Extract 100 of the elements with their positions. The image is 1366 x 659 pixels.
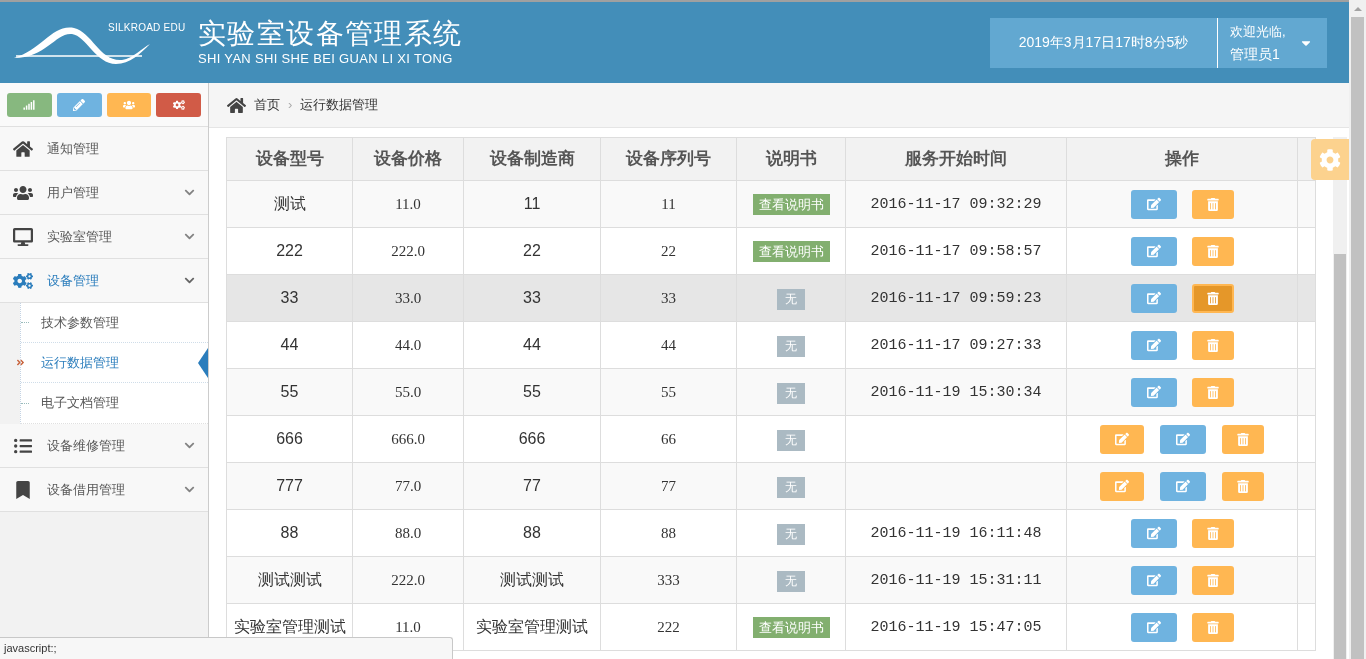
column-header: 说明书 <box>736 137 846 181</box>
edit-icon <box>1146 244 1161 258</box>
edit-button[interactable] <box>1130 189 1177 219</box>
settings-icon <box>1319 148 1341 171</box>
delete-button[interactable] <box>1191 283 1234 313</box>
sidebar-item[interactable]: 通知管理 <box>0 127 208 171</box>
table-cell: 222.0 <box>352 227 464 275</box>
edit-button[interactable] <box>1100 424 1144 454</box>
scrollbar-thumb[interactable] <box>1351 17 1364 659</box>
pencil-icon <box>73 98 86 111</box>
edit-button[interactable] <box>1130 330 1177 360</box>
trash-icon <box>1206 244 1219 258</box>
delete-button[interactable] <box>1191 236 1234 266</box>
shortcut-button[interactable] <box>7 92 52 117</box>
sidebar-item[interactable]: 设备借用管理 <box>0 468 208 512</box>
edit-button[interactable] <box>1160 424 1206 454</box>
table-cell: 666.0 <box>352 415 464 463</box>
table-cell: 666 <box>463 415 601 463</box>
edit-button[interactable] <box>1130 518 1177 548</box>
table-cell: 55.0 <box>352 368 464 416</box>
monitor-icon <box>13 227 33 246</box>
table-cell: 2016-11-19 15:47:05 <box>870 618 1042 636</box>
edit-button[interactable] <box>1130 565 1177 595</box>
column-header: 设备型号 <box>226 137 353 181</box>
none-label: 无 <box>777 288 805 310</box>
table-cell: 55 <box>463 368 601 416</box>
home-icon <box>13 139 33 158</box>
chevron-icon <box>184 187 195 198</box>
edit-icon <box>1146 338 1161 352</box>
edit-button[interactable] <box>1130 236 1177 266</box>
column-header: 服务开始时间 <box>845 137 1067 181</box>
column-header: 设备价格 <box>352 137 464 181</box>
table-cell: 测试测试 <box>226 556 353 604</box>
shortcut-button[interactable] <box>56 92 102 117</box>
users-icon <box>122 98 135 111</box>
table-cell: 44 <box>463 321 601 369</box>
table-cell: 2016-11-19 16:11:48 <box>870 524 1042 542</box>
status-text: javascript:; <box>4 641 57 657</box>
table-cell: 实验室管理测试 <box>463 603 601 651</box>
delete-button[interactable] <box>1191 518 1234 548</box>
scrollbar-thumb[interactable] <box>1334 254 1346 659</box>
table-cell: 77.0 <box>352 462 464 510</box>
app-subtitle: SHI YAN SHI SHE BEI GUAN LI XI TONG <box>198 49 454 68</box>
table-cell: 222.0 <box>352 556 464 604</box>
scrollbar[interactable] <box>1349 0 1366 659</box>
scroll-up-icon <box>1353 7 1362 11</box>
table-cell: 33.0 <box>352 274 464 322</box>
breadcrumb-separator: › <box>288 96 293 115</box>
table-cell: 55 <box>226 368 353 416</box>
trash-icon <box>1206 197 1219 211</box>
delete-button[interactable] <box>1222 424 1264 454</box>
edit-button[interactable] <box>1160 471 1206 501</box>
edit-button[interactable] <box>1130 377 1177 407</box>
table-cell: 22 <box>463 227 601 275</box>
none-label: 无 <box>777 570 805 592</box>
table-cell: 77 <box>600 462 737 510</box>
chevron-icon <box>184 231 195 242</box>
trash-icon <box>1206 620 1219 634</box>
table-cell: 33 <box>600 274 737 322</box>
delete-button[interactable] <box>1191 377 1234 407</box>
none-label: 无 <box>777 382 805 404</box>
table-cell: 66 <box>600 415 737 463</box>
trash-icon <box>1206 573 1219 587</box>
shortcut-button[interactable] <box>106 92 152 117</box>
delete-button[interactable] <box>1222 471 1264 501</box>
scrollbar[interactable] <box>1333 137 1347 659</box>
edit-button[interactable] <box>1100 471 1144 501</box>
table-cell: 44.0 <box>352 321 464 369</box>
trash-icon <box>1206 291 1219 305</box>
edit-button[interactable] <box>1130 612 1177 642</box>
sidebar-item[interactable]: 实验室管理 <box>0 215 208 259</box>
delete-button[interactable] <box>1191 565 1234 595</box>
delete-button[interactable] <box>1191 612 1234 642</box>
bookmark-icon <box>13 480 33 499</box>
breadcrumb-link[interactable]: 首页 <box>254 95 280 115</box>
table-cell: 2016-11-19 15:30:34 <box>870 383 1042 401</box>
edit-icon <box>1146 620 1161 634</box>
settings-button[interactable] <box>1311 139 1349 180</box>
edit-icon <box>1146 573 1161 587</box>
edit-icon <box>1146 197 1161 211</box>
chevron-icon <box>184 275 195 286</box>
shortcut-button[interactable] <box>156 92 201 117</box>
edit-icon <box>1115 479 1129 493</box>
trash-icon <box>1206 526 1219 540</box>
table-cell: 88 <box>600 509 737 557</box>
sidebar-item[interactable]: 设备维修管理 <box>0 424 208 468</box>
sidebar-item[interactable]: 用户管理 <box>0 171 208 215</box>
table-cell: 55 <box>600 368 737 416</box>
edit-button[interactable] <box>1130 283 1177 313</box>
delete-button[interactable] <box>1191 330 1234 360</box>
table-cell: 222 <box>226 227 353 275</box>
sidebar-item[interactable]: 设备管理 <box>0 259 208 303</box>
edit-icon <box>1176 479 1190 493</box>
table-cell: 222 <box>600 603 737 651</box>
table-cell: 2016-11-17 09:58:57 <box>870 242 1042 260</box>
table-cell: 88.0 <box>352 509 464 557</box>
trash-icon <box>1206 338 1219 352</box>
table-cell: 44 <box>600 321 737 369</box>
delete-button[interactable] <box>1191 189 1234 219</box>
table-cell: 测试 <box>226 180 353 228</box>
